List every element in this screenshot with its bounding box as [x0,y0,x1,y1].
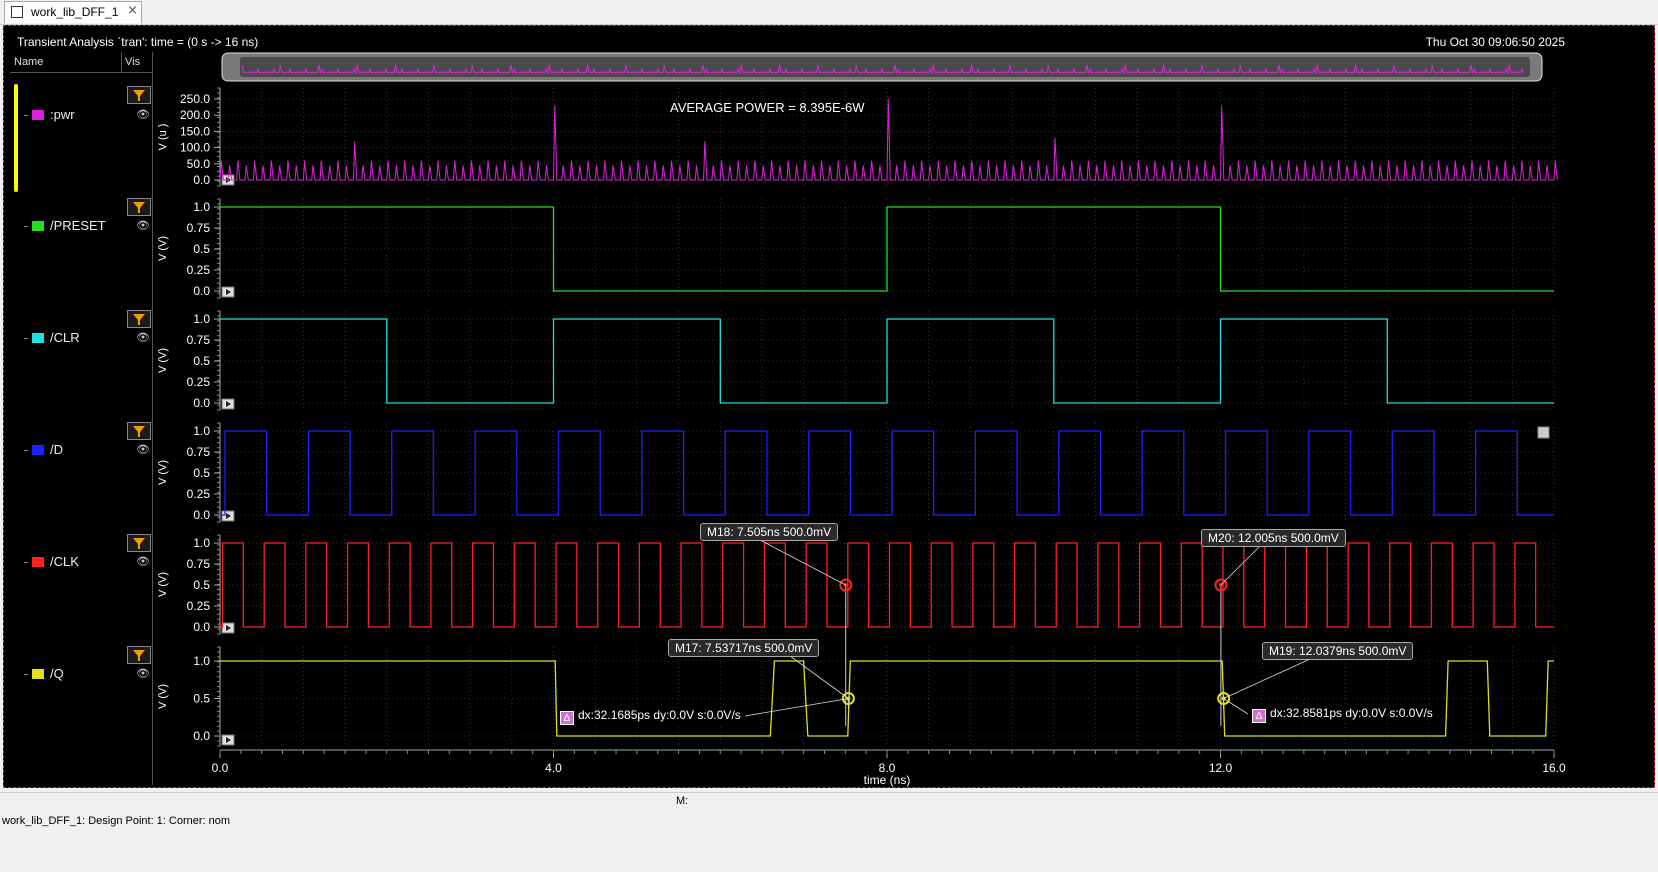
signal-label: /PRESET [50,218,106,233]
x-tick-label: 0.0 [212,761,229,775]
x-axis-label: time (ns) [864,773,911,787]
y-tick-label: 1.0 [193,200,210,214]
filter-icon[interactable] [127,86,151,104]
y-tick-label: 0.5 [193,242,210,256]
x-tick-label: 4.0 [545,761,562,775]
y-tick-label: 0.0 [193,396,210,410]
signal-label: /CLR [50,330,80,345]
y-tick-label: 1.0 [193,536,210,550]
signal-item-clr[interactable]: /CLR [24,330,80,345]
y-tick-label: 1.0 [193,424,210,438]
visibility-eye-icon[interactable]: 👁 [136,331,150,344]
y-tick-label: 0.0 [193,284,210,298]
signal-item-clk[interactable]: /CLK [24,554,79,569]
filter-icon[interactable] [127,646,151,664]
visibility-eye-icon[interactable]: 👁 [136,108,150,121]
filter-icon[interactable] [127,198,151,216]
y-tick-label: 200.0 [180,108,210,122]
y-axis-label: V (V) [157,684,169,709]
signal-item-d[interactable]: /D [24,442,63,457]
filter-icon[interactable] [127,422,151,440]
color-swatch [32,557,44,567]
marker-status: M: [676,795,689,807]
y-axis-label: V (u ) [157,124,169,151]
signal-label: /D [50,442,63,457]
color-swatch [32,445,44,455]
signal-label: :pwr [50,107,75,122]
signal-list-header: Name Vis [10,52,152,73]
signal-list: Name Vis :pwr 👁 /PRESET 👁 /CLR 👁 /D 👁 /C… [10,52,153,785]
visibility-eye-icon[interactable]: 👁 [136,443,150,456]
signal-item-pwr[interactable]: :pwr [24,107,75,122]
marker-label-m20[interactable]: M20: 12.005ns 500.0mV [1201,529,1346,547]
y-tick-label: 250.0 [180,92,210,106]
y-tick-label: 0.5 [193,354,210,368]
visibility-eye-icon[interactable]: 👁 [136,219,150,232]
color-swatch [32,669,44,679]
visibility-eye-icon[interactable]: 👁 [136,555,150,568]
visibility-eye-icon[interactable]: 👁 [136,667,150,680]
y-tick-label: 50.0 [187,157,211,171]
y-tick-label: 0.25 [187,599,211,613]
marker-status-bar: M: [0,792,1658,811]
y-tick-label: 100.0 [180,141,210,155]
y-tick-label: 1.0 [193,312,210,326]
y-tick-label: 0.5 [193,578,210,592]
y-tick-label: 0.25 [187,375,211,389]
color-swatch [32,110,44,120]
y-tick-label: 0.0 [193,508,210,522]
delta-icon: Δ [1252,709,1266,723]
y-axis-label: V (V) [157,348,169,373]
filter-icon[interactable] [127,534,151,552]
color-swatch [32,221,44,231]
y-tick-label: 0.0 [193,729,210,743]
column-name[interactable]: Name [14,56,43,68]
y-tick-label: 0.75 [187,557,211,571]
delta-label-1[interactable]: Δdx:32.1685ps dy:0.0V s:0.0V/s [560,708,745,725]
y-tick-label: 0.75 [187,221,211,235]
y-tick-label: 0.25 [187,487,211,501]
y-tick-label: 0.5 [193,692,210,706]
y-axis-label: V (V) [157,460,169,485]
column-vis[interactable]: Vis [121,52,151,72]
x-tick-label: 12.0 [1209,761,1233,775]
y-tick-label: 0.75 [187,445,211,459]
delta-icon: Δ [560,711,574,725]
panel-settings-button [1537,426,1550,439]
y-tick-label: 0.75 [187,333,211,347]
average-power-label: AVERAGE POWER = 8.395E-6W [670,100,865,115]
delta-label-2[interactable]: Δdx:32.8581ps dy:0.0V s:0.0V/s [1252,706,1437,723]
signal-item-preset[interactable]: /PRESET [24,218,106,233]
selection-indicator [14,84,18,192]
signal-label: /CLK [50,554,79,569]
y-tick-label: 150.0 [180,124,210,138]
y-axis-label: V (V) [157,572,169,597]
design-point-info: work_lib_DFF_1: Design Point: 1: Corner:… [2,815,231,827]
y-tick-label: 0.25 [187,263,211,277]
y-axis-label: V (V) [157,236,169,261]
delta-text: dx:32.1685ps dy:0.0V s:0.0V/s [578,708,741,722]
y-tick-label: 0.5 [193,466,210,480]
signal-label: /Q [50,666,64,681]
footer-status: work_lib_DFF_1: Design Point: 1: Corner:… [0,812,1658,830]
filter-icon[interactable] [127,310,151,328]
marker-label-m18[interactable]: M18: 7.505ns 500.0mV [700,523,839,541]
y-tick-label: 0.0 [193,620,210,634]
x-tick-label: 16.0 [1542,761,1566,775]
y-tick-label: 1.0 [193,654,210,668]
signal-item-q[interactable]: /Q [24,666,64,681]
waveform-plot[interactable]: 250.0 200.0 150.0 100.0 50.0 0.0 V (u ) 1.0 0.75… [0,0,1658,790]
marker-label-m19[interactable]: M19: 12.0379ns 500.0mV [1262,642,1414,660]
color-swatch [32,333,44,343]
y-tick-label: 0.0 [193,173,210,187]
delta-text: dx:32.8581ps dy:0.0V s:0.0V/s [1270,706,1433,720]
marker-label-m17[interactable]: M17: 7.53717ns 500.0mV [668,639,820,657]
